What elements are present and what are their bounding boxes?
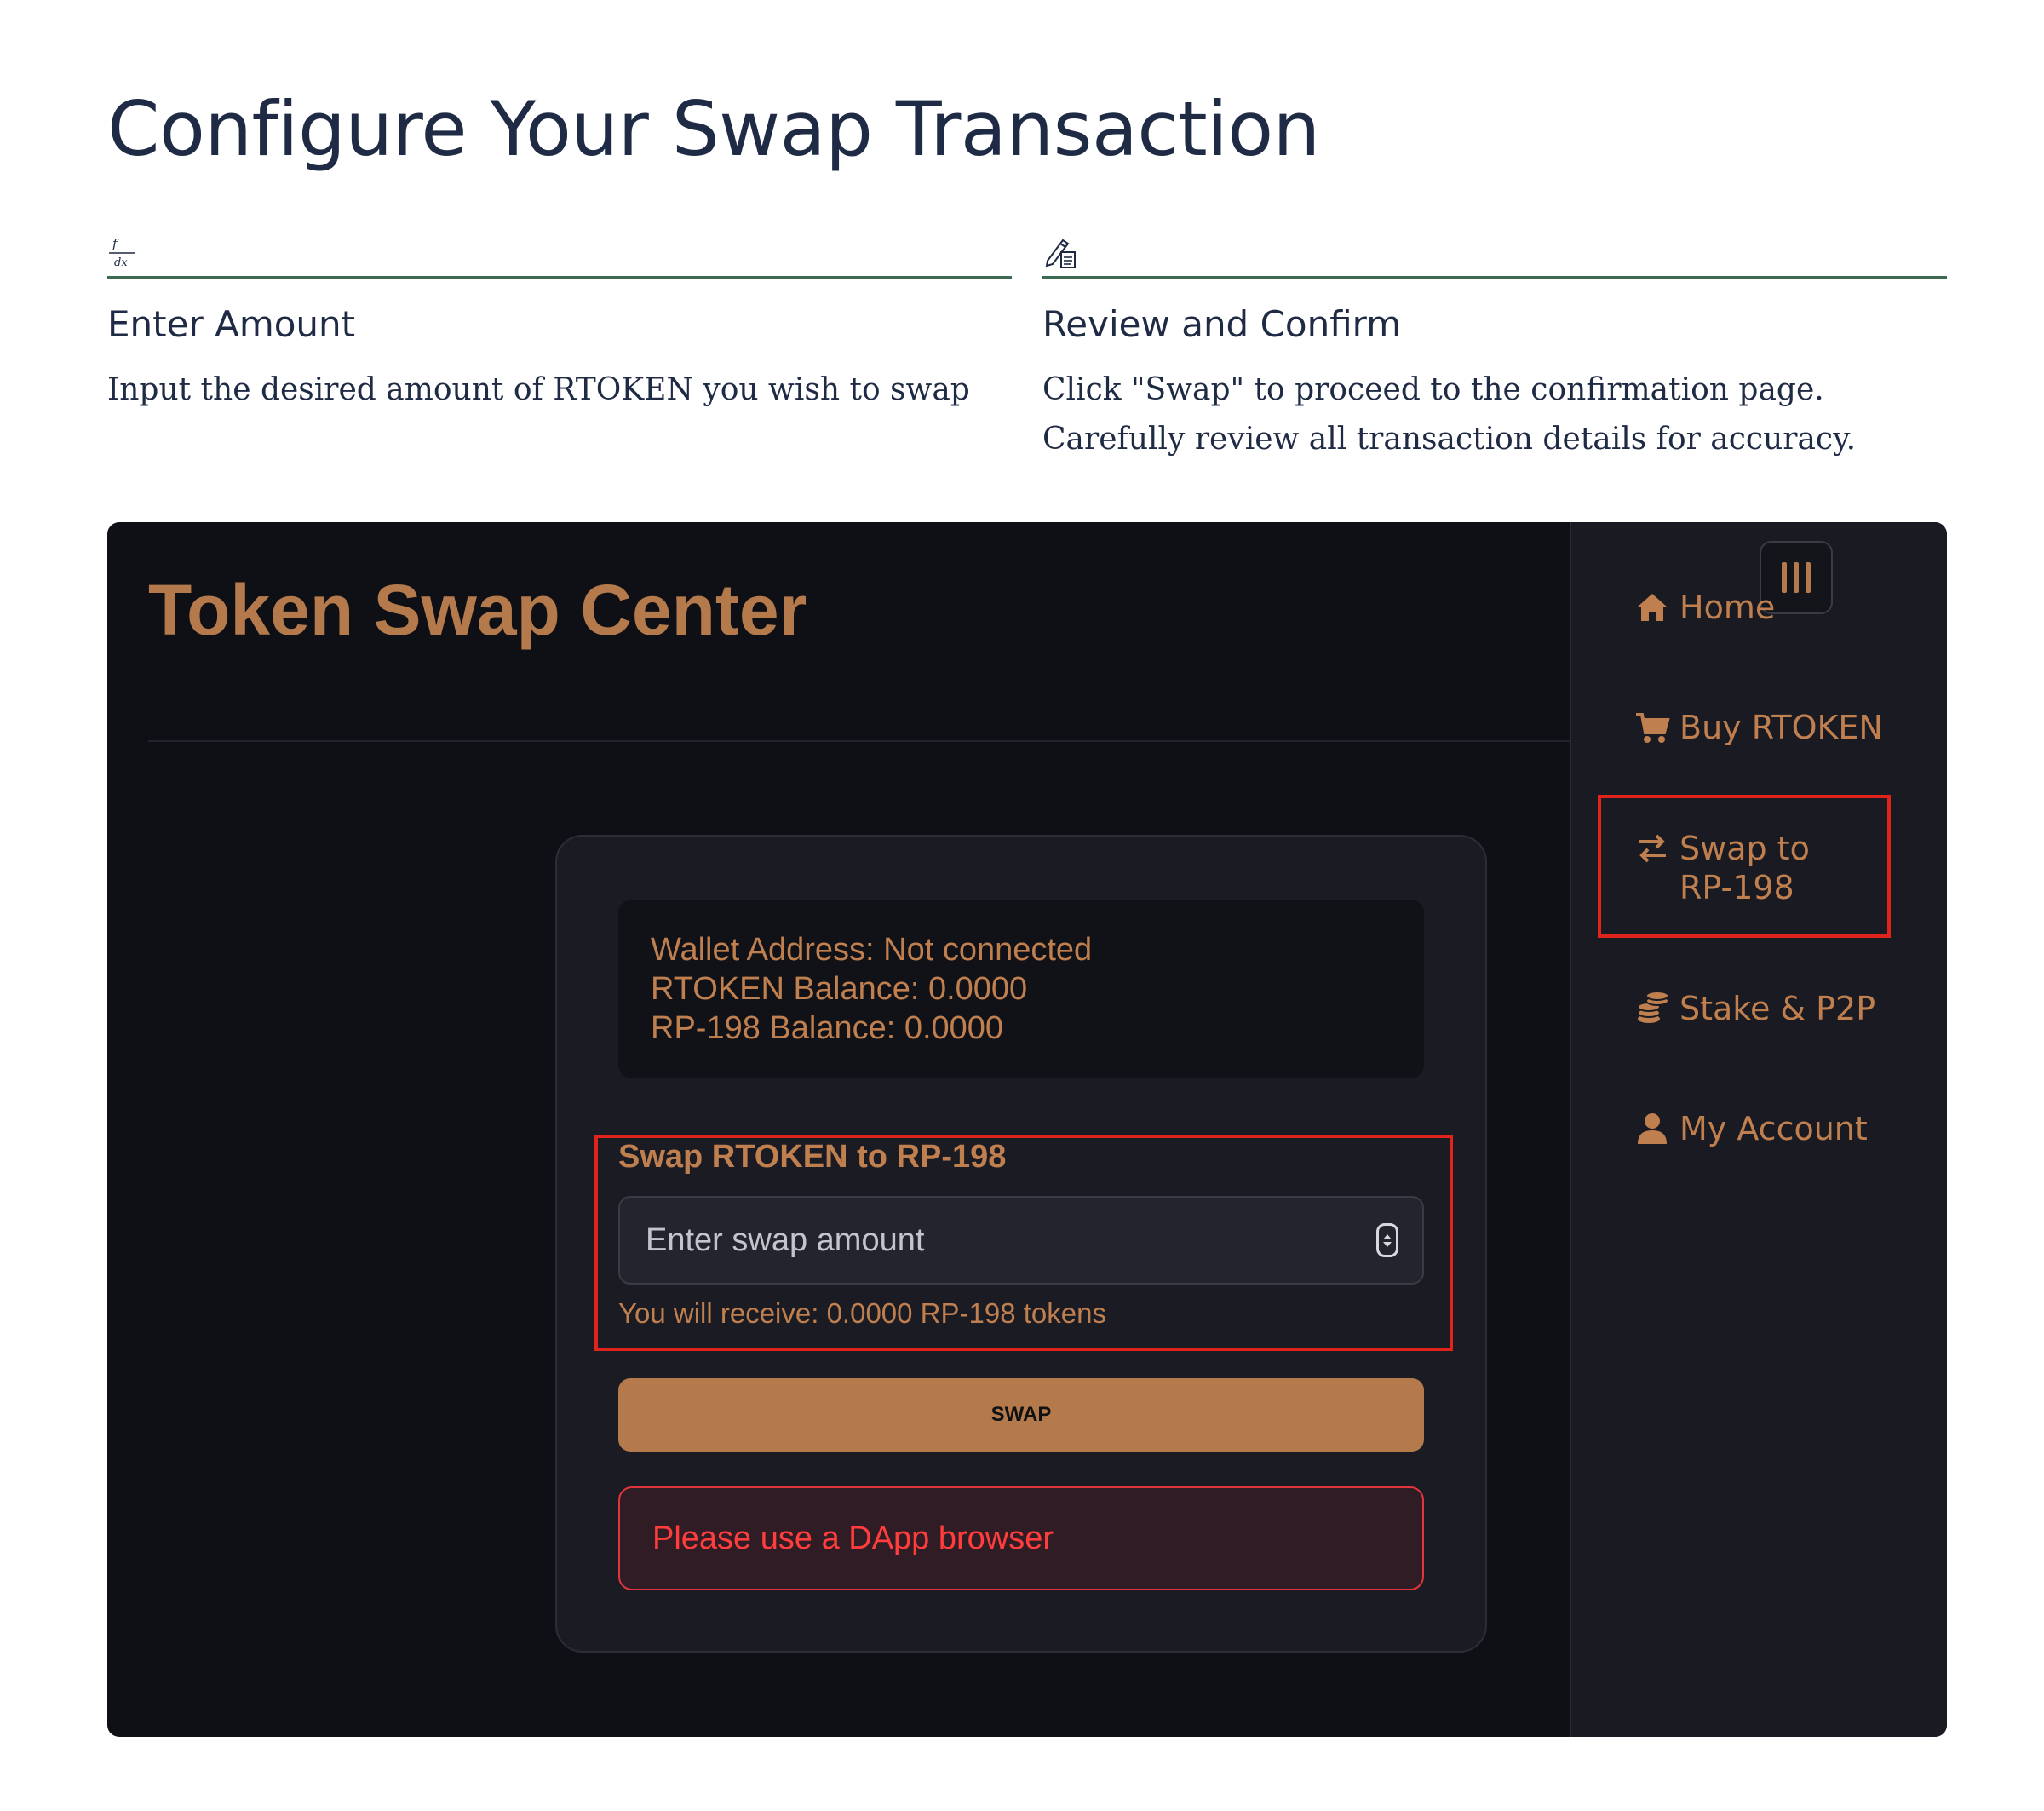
- highlight-box-swap-section: [594, 1135, 1453, 1351]
- sidebar-item-label: Stake & P2P: [1679, 990, 1876, 1027]
- sidebar-item-label: Home: [1679, 589, 1776, 626]
- page-title: Configure Your Swap Transaction: [107, 85, 1320, 173]
- home-icon: [1637, 594, 1668, 621]
- header-divider: [148, 740, 1570, 742]
- cart-icon: [1636, 713, 1670, 743]
- user-icon: [1638, 1113, 1667, 1144]
- wallet-info: Wallet Address: Not connected RTOKEN Bal…: [618, 900, 1424, 1078]
- wallet-address: Wallet Address: Not connected: [651, 932, 1093, 968]
- formula-icon: f dx: [107, 223, 1012, 276]
- rtoken-balance: RTOKEN Balance: 0.0000: [651, 971, 1028, 1007]
- svg-text:f: f: [112, 236, 119, 251]
- sidebar-item-label: My Account: [1679, 1110, 1868, 1147]
- sidebar-item-label: Buy RTOKEN: [1679, 709, 1883, 746]
- sidebar-item-stake[interactable]: Stake & P2P: [1633, 989, 1875, 1028]
- step-divider: [107, 276, 1012, 279]
- highlight-box-nav-swap: [1598, 795, 1891, 938]
- svg-text:dx: dx: [114, 256, 128, 269]
- step-title: Enter Amount: [107, 303, 356, 345]
- step-review-confirm: Review and Confirm Click "Swap" to proce…: [1042, 223, 1947, 464]
- swap-button[interactable]: SWAP: [618, 1378, 1424, 1452]
- step-divider: [1042, 276, 1947, 279]
- error-message: Please use a DApp browser: [618, 1486, 1424, 1590]
- step-title: Review and Confirm: [1042, 303, 1402, 345]
- rp-balance: RP-198 Balance: 0.0000: [651, 1010, 1004, 1046]
- sidebar-item-account[interactable]: My Account: [1633, 1109, 1868, 1148]
- coins-icon: [1637, 991, 1669, 1023]
- app-title: Token Swap Center: [148, 570, 807, 650]
- sidebar-item-home[interactable]: Home: [1633, 588, 1775, 627]
- sidebar-item-buy[interactable]: Buy RTOKEN: [1633, 708, 1883, 747]
- step-description: Input the desired amount of RTOKEN you w…: [107, 372, 970, 407]
- step-enter-amount: f dx Enter Amount Input the desired amou…: [107, 223, 1012, 415]
- step-description: Click "Swap" to proceed to the confirmat…: [1042, 372, 1857, 457]
- error-text: Please use a DApp browser: [652, 1520, 1054, 1556]
- edit-document-icon: [1042, 223, 1947, 276]
